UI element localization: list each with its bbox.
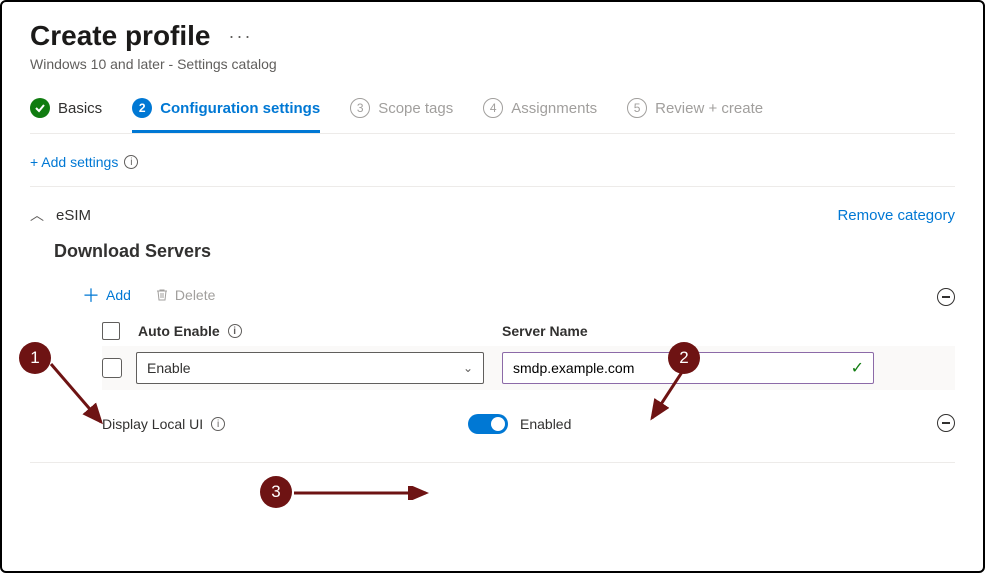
page-title: Create profile xyxy=(30,20,211,52)
table-row: Enable ⌄ ✓ xyxy=(102,346,955,390)
step-label: Basics xyxy=(58,100,102,117)
divider xyxy=(30,186,955,187)
checkmark-icon: ✓ xyxy=(851,358,864,378)
select-all-checkbox[interactable] xyxy=(102,322,120,340)
step-number-badge: 5 xyxy=(627,98,647,118)
annotation-1: 1 xyxy=(19,342,51,374)
step-assignments[interactable]: 4 Assignments xyxy=(483,98,597,133)
delete-label: Delete xyxy=(175,287,215,303)
auto-enable-dropdown[interactable]: Enable ⌄ xyxy=(136,352,484,384)
plus-icon: ＋ xyxy=(82,282,100,308)
step-review-create[interactable]: 5 Review + create xyxy=(627,98,763,133)
step-number-badge: 4 xyxy=(483,98,503,118)
step-label: Configuration settings xyxy=(160,100,320,117)
annotation-2: 2 xyxy=(668,342,700,374)
info-icon[interactable]: i xyxy=(124,155,138,169)
category-toggle[interactable]: ︿ eSIM xyxy=(30,205,91,225)
chevron-down-icon: ⌄ xyxy=(463,361,473,375)
column-server-name: Server Name xyxy=(502,322,882,340)
remove-category-link[interactable]: Remove category xyxy=(837,207,955,224)
dropdown-value: Enable xyxy=(147,360,191,376)
annotation-3: 3 xyxy=(260,476,292,508)
collapse-section-button[interactable] xyxy=(937,288,955,306)
page-subtitle: Windows 10 and later - Settings catalog xyxy=(30,56,955,72)
add-row-button[interactable]: ＋ Add xyxy=(82,282,131,308)
info-icon[interactable]: i xyxy=(211,417,225,431)
check-icon xyxy=(30,98,50,118)
chevron-up-icon: ︿ xyxy=(30,205,44,225)
display-local-ui-label: Display Local UI xyxy=(102,416,203,432)
step-label: Scope tags xyxy=(378,100,453,117)
step-label: Assignments xyxy=(511,100,597,117)
toggle-knob xyxy=(491,417,505,431)
step-number-badge: 2 xyxy=(132,98,152,118)
collapse-setting-button[interactable] xyxy=(937,414,955,432)
step-basics[interactable]: Basics xyxy=(30,98,102,133)
info-icon[interactable]: i xyxy=(228,324,242,338)
step-label: Review + create xyxy=(655,100,763,117)
step-scope-tags[interactable]: 3 Scope tags xyxy=(350,98,453,133)
step-configuration-settings[interactable]: 2 Configuration settings xyxy=(132,98,320,133)
more-actions-icon[interactable]: ··· xyxy=(229,26,253,47)
add-settings-link[interactable]: + Add settings xyxy=(30,154,118,170)
wizard-steps: Basics 2 Configuration settings 3 Scope … xyxy=(30,98,955,134)
toggle-state-label: Enabled xyxy=(520,416,571,432)
divider xyxy=(30,462,955,463)
trash-icon xyxy=(155,288,169,302)
section-title: Download Servers xyxy=(54,241,955,262)
category-name: eSIM xyxy=(56,207,91,224)
step-number-badge: 3 xyxy=(350,98,370,118)
delete-row-button: Delete xyxy=(155,287,215,303)
display-local-ui-toggle[interactable] xyxy=(468,414,508,434)
add-label: Add xyxy=(106,287,131,303)
column-auto-enable: Auto Enable i xyxy=(102,322,502,340)
